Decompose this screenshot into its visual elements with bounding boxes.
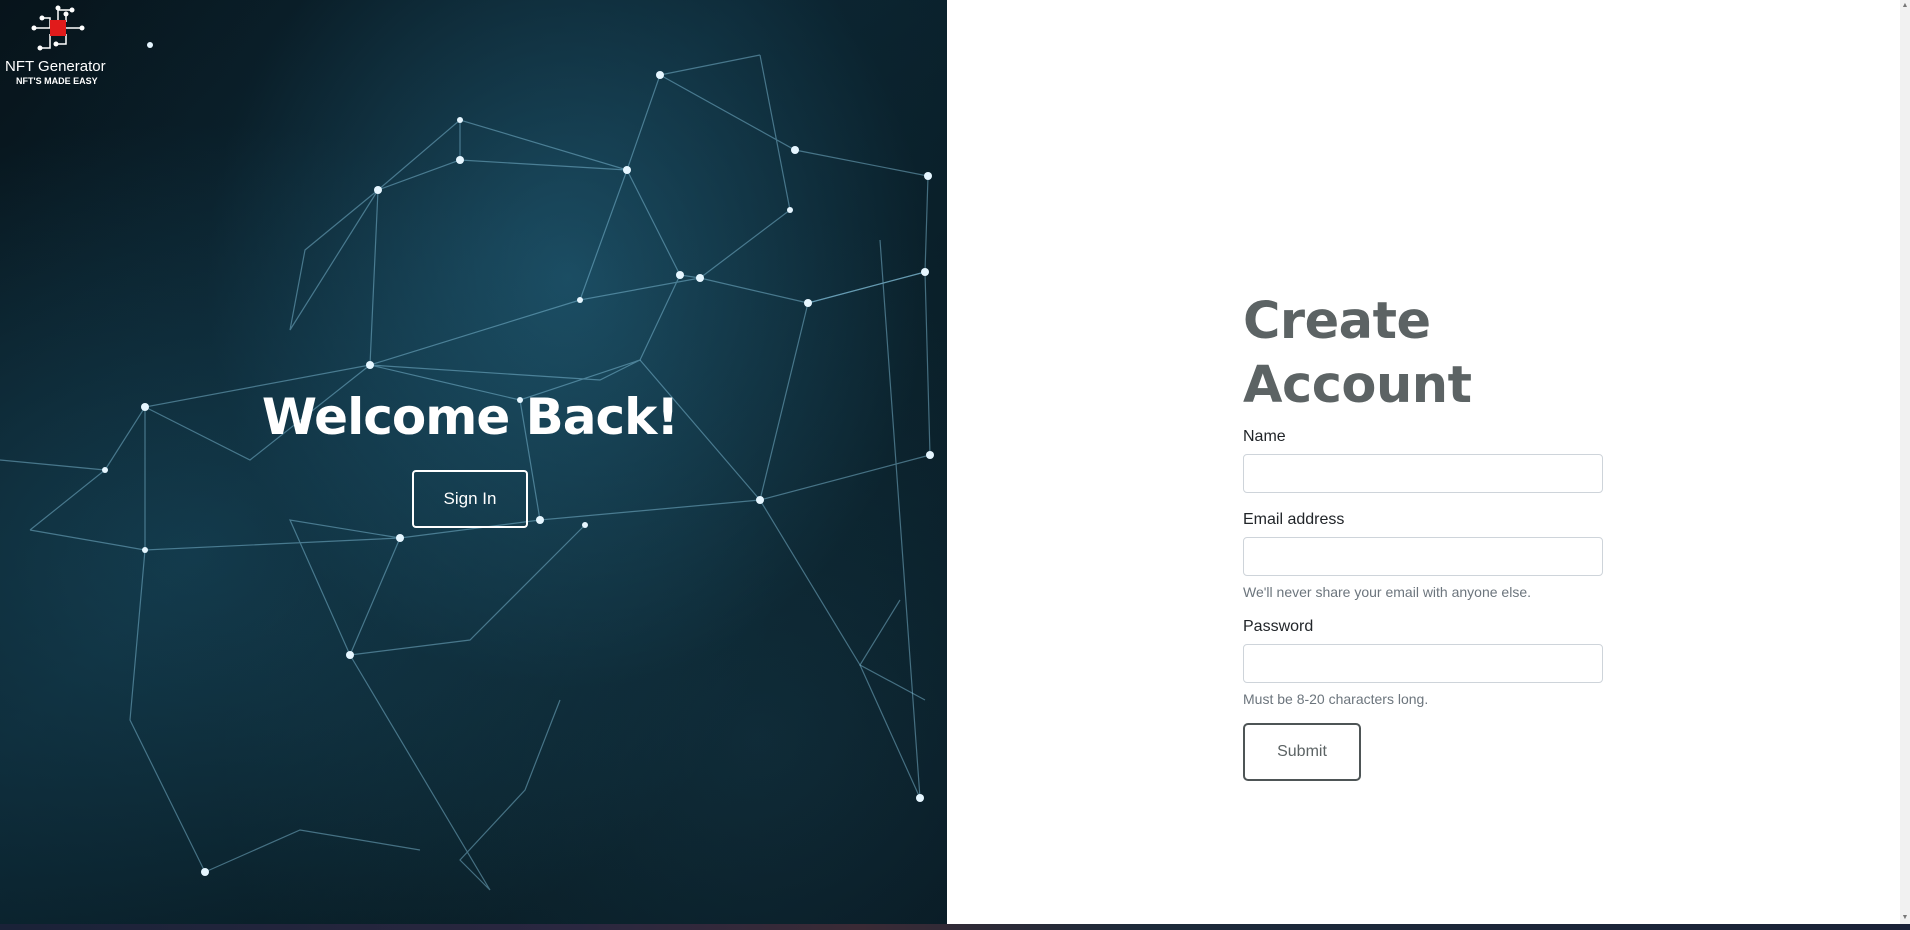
hero-panel: NFT Generator NFT'S MADE EASY Welcome Ba…	[0, 0, 947, 924]
password-label: Password	[1243, 618, 1314, 635]
scroll-up-arrow-icon[interactable]: ▲	[1901, 2, 1909, 10]
page-scrollbar[interactable]: ▲ ▼	[1900, 0, 1910, 924]
circuit-logo-icon	[31, 5, 85, 51]
create-account-form: Create Account Name Email address We'll …	[1243, 290, 1603, 781]
name-input[interactable]	[1243, 454, 1603, 493]
logo-red-square	[50, 20, 66, 36]
brand-logo[interactable]: NFT Generator NFT'S MADE EASY	[4, 4, 114, 90]
scroll-down-arrow-icon[interactable]: ▼	[1901, 914, 1909, 922]
welcome-heading: Welcome Back!	[261, 388, 679, 446]
brand-name: NFT Generator	[5, 58, 106, 75]
create-account-panel: Create Account Name Email address We'll …	[947, 0, 1900, 924]
email-label: Email address	[1243, 511, 1345, 528]
form-title: Create Account	[1243, 292, 1472, 415]
sign-in-button[interactable]: Sign In	[412, 470, 528, 528]
email-help-text: We'll never share your email with anyone…	[1243, 584, 1531, 600]
brand-tagline: NFT'S MADE EASY	[16, 76, 98, 86]
network-background-image	[0, 42, 934, 891]
submit-button[interactable]: Submit	[1243, 723, 1361, 781]
password-input[interactable]	[1243, 644, 1603, 683]
taskbar-strip	[0, 924, 1910, 930]
name-label: Name	[1243, 428, 1286, 445]
password-help-text: Must be 8-20 characters long.	[1243, 691, 1429, 707]
email-input[interactable]	[1243, 537, 1603, 576]
